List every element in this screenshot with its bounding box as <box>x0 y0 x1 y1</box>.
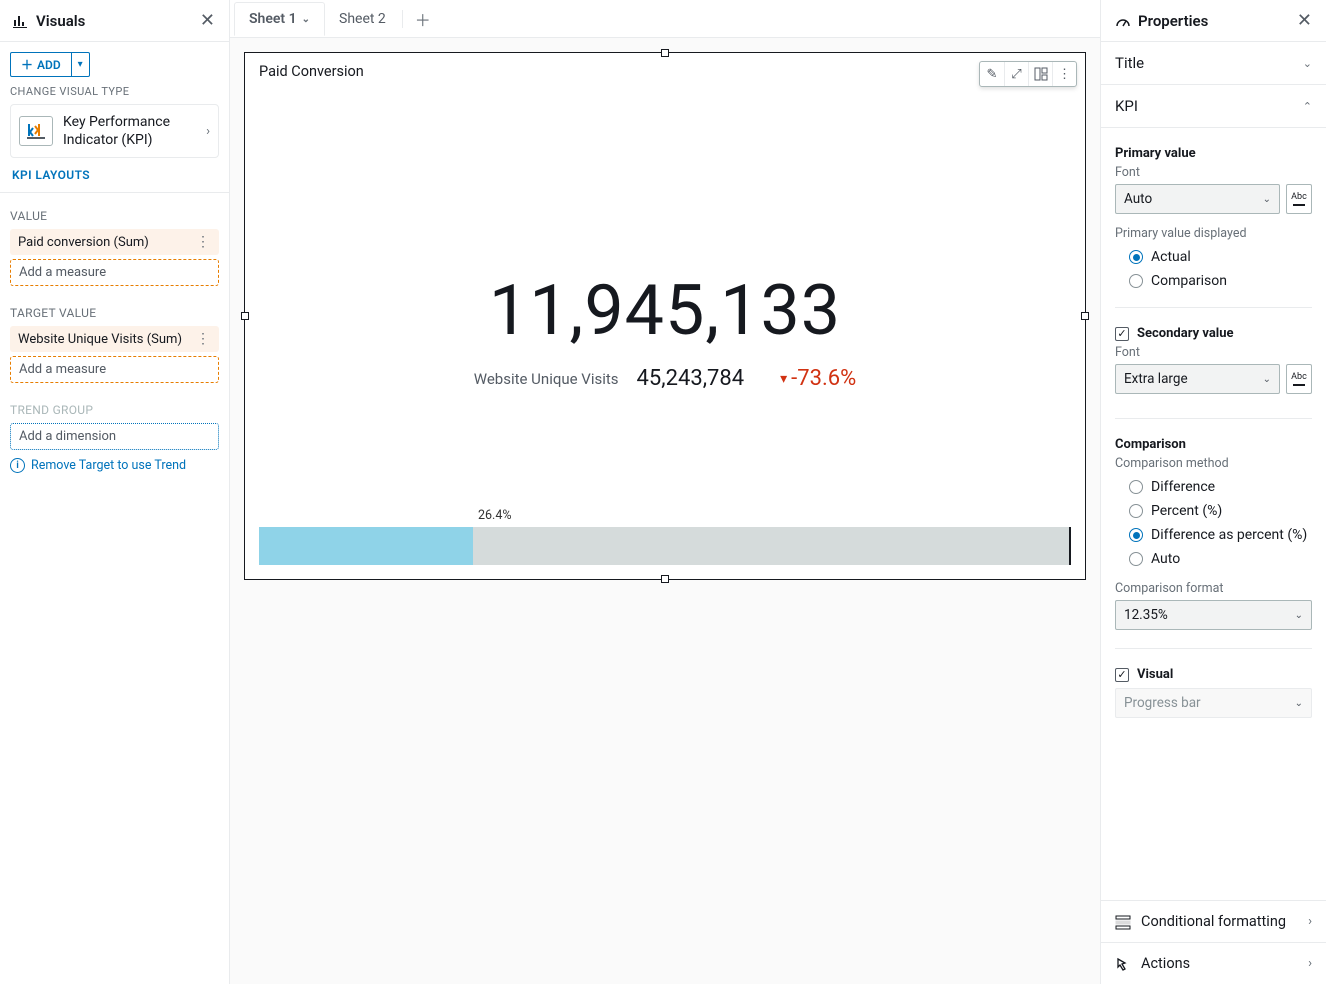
radio-percent[interactable]: Percent (%) <box>1129 503 1312 519</box>
chevron-down-icon: ⌄ <box>1303 57 1312 70</box>
visual-toolbar: ✎ ⤢ ⋮ <box>979 61 1077 87</box>
kpi-secondary-label: Website Unique Visits <box>474 370 619 388</box>
change-visual-type-label: CHANGE VISUAL TYPE <box>0 83 229 104</box>
radio-diff-as-percent[interactable]: Difference as percent (%) <box>1129 527 1312 543</box>
resize-handle[interactable] <box>1081 312 1089 320</box>
target-field-pill[interactable]: Website Unique Visits (Sum)⋮ <box>10 326 219 352</box>
value-add-measure[interactable]: Add a measure <box>10 259 219 286</box>
visuals-title: Visuals <box>12 12 85 30</box>
chevron-right-icon: › <box>1308 956 1312 971</box>
bar-chart-icon <box>12 13 28 29</box>
kpi-secondary-value: 45,243,784 <box>637 366 745 391</box>
chevron-down-icon[interactable]: ⌄ <box>302 14 310 25</box>
actions-button[interactable]: Actions › <box>1101 942 1326 984</box>
sheet-tabs: Sheet 1⌄ Sheet 2 ＋ <box>230 0 1100 38</box>
comparison-format-select[interactable]: 12.35%⌄ <box>1115 600 1312 630</box>
chevron-down-icon: ⌄ <box>1263 194 1271 205</box>
kpi-progress-bar: 26.4% <box>259 508 1071 565</box>
radio-difference[interactable]: Difference <box>1129 479 1312 495</box>
target-well-label: TARGET VALUE <box>0 290 229 326</box>
radio-auto[interactable]: Auto <box>1129 551 1312 567</box>
chevron-right-icon: › <box>1308 914 1312 929</box>
resize-handle[interactable] <box>661 575 669 583</box>
properties-title: Properties <box>1115 12 1208 30</box>
trend-info: i Remove Target to use Trend <box>10 458 219 473</box>
section-kpi[interactable]: KPI⌃ <box>1101 85 1326 128</box>
add-visual-dropdown[interactable]: ▾ <box>72 52 90 77</box>
radio-comparison[interactable]: Comparison <box>1129 273 1312 289</box>
chevron-down-icon: ⌄ <box>1295 610 1303 621</box>
tab-sheet1[interactable]: Sheet 1⌄ <box>234 2 325 36</box>
add-visual-button[interactable]: ＋ADD <box>10 52 72 77</box>
add-sheet-button[interactable]: ＋ <box>405 1 441 37</box>
actions-icon <box>1115 956 1131 972</box>
sheet-canvas: Sheet 1⌄ Sheet 2 ＋ Paid Conversion ✎ ⤢ ⋮… <box>230 0 1100 984</box>
gauge-icon <box>1115 13 1131 29</box>
resize-handle[interactable] <box>661 49 669 57</box>
section-title[interactable]: Title⌄ <box>1101 42 1326 85</box>
kpi-layouts-link[interactable]: KPI LAYOUTS <box>0 164 229 193</box>
expand-icon[interactable]: ⤢ <box>1004 62 1028 86</box>
secondary-font-select[interactable]: Extra large⌄ <box>1115 364 1280 394</box>
chevron-down-icon: ⌄ <box>1295 698 1303 709</box>
caret-down-icon: ▾ <box>780 371 787 387</box>
properties-panel: Properties ✕ Title⌄ KPI⌃ Primary value F… <box>1100 0 1326 984</box>
chevron-down-icon: ⌄ <box>1263 374 1271 385</box>
more-icon[interactable]: ⋮ <box>194 331 211 347</box>
visuals-panel: Visuals ✕ ＋ADD ▾ CHANGE VISUAL TYPE Key … <box>0 0 230 984</box>
primary-value-header: Primary value <box>1115 146 1312 161</box>
radio-actual[interactable]: Actual <box>1129 249 1312 265</box>
comparison-header: Comparison <box>1115 418 1312 452</box>
kpi-icon <box>19 116 53 146</box>
plus-icon: ＋ <box>21 56 33 73</box>
visual-title[interactable]: Paid Conversion <box>245 53 1085 90</box>
close-icon[interactable]: ✕ <box>196 6 219 35</box>
conditional-formatting-icon <box>1115 914 1131 930</box>
conditional-formatting-button[interactable]: Conditional formatting › <box>1101 900 1326 942</box>
layout-icon[interactable] <box>1028 62 1052 86</box>
more-icon[interactable]: ⋮ <box>194 234 211 250</box>
secondary-value-toggle[interactable]: Secondary value <box>1115 307 1312 341</box>
value-field-pill[interactable]: Paid conversion (Sum)⋮ <box>10 229 219 255</box>
visual-type-selector[interactable]: Key Performance Indicator (KPI) › <box>10 104 219 158</box>
resize-handle[interactable] <box>241 312 249 320</box>
kpi-primary-value: 11,945,133 <box>489 270 841 352</box>
target-add-measure[interactable]: Add a measure <box>10 356 219 383</box>
value-well-label: VALUE <box>0 193 229 229</box>
font-color-button[interactable]: Abc <box>1286 364 1312 394</box>
chevron-right-icon: › <box>206 124 210 139</box>
visual-type-select[interactable]: Progress bar⌄ <box>1115 688 1312 718</box>
edit-icon[interactable]: ✎ <box>980 62 1004 86</box>
info-icon: i <box>10 458 25 473</box>
trend-well-label: TREND GROUP <box>0 387 229 423</box>
font-color-button[interactable]: Abc <box>1286 184 1312 214</box>
more-icon[interactable]: ⋮ <box>1052 62 1076 86</box>
kpi-visual[interactable]: Paid Conversion ✎ ⤢ ⋮ 11,945,133 Website… <box>244 52 1086 580</box>
tab-sheet2[interactable]: Sheet 2 <box>325 3 400 35</box>
kpi-comparison-value: ▾-73.6% <box>780 366 856 391</box>
chevron-up-icon: ⌃ <box>1303 100 1312 113</box>
close-icon[interactable]: ✕ <box>1293 6 1316 35</box>
trend-add-dimension[interactable]: Add a dimension <box>10 423 219 450</box>
visual-toggle[interactable]: Visual <box>1115 648 1312 682</box>
primary-font-select[interactable]: Auto⌄ <box>1115 184 1280 214</box>
